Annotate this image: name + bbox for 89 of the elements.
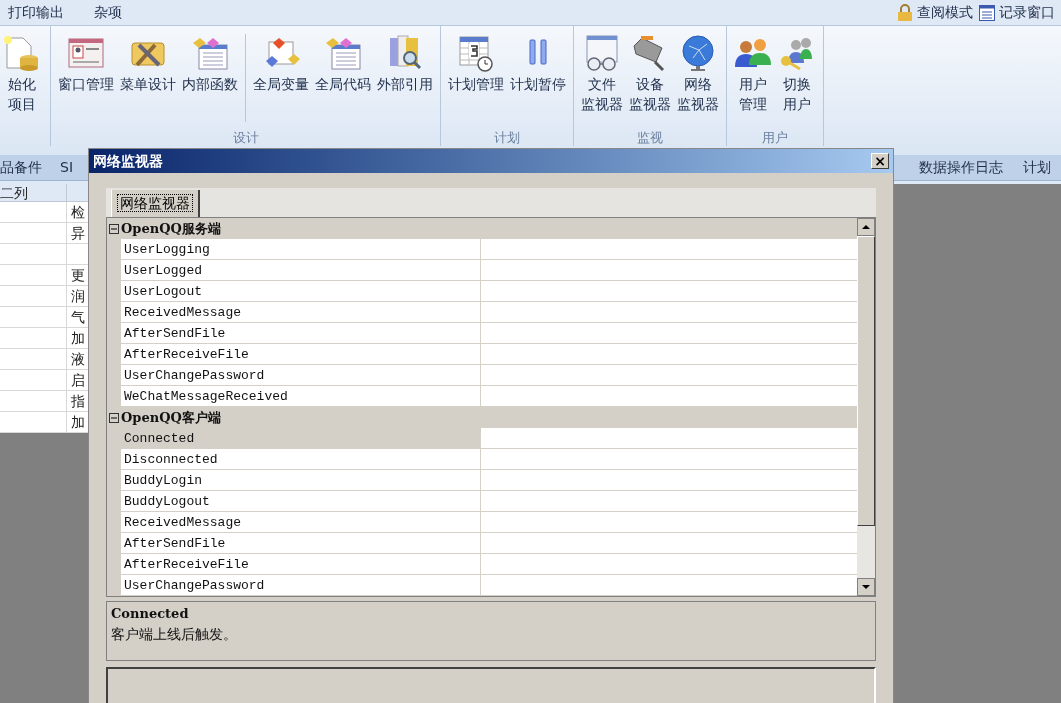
table-cell-text: 异 <box>70 224 85 243</box>
ribbon-label: 窗口管理 <box>58 75 114 94</box>
ribbon-label: 全局变量 <box>253 75 309 94</box>
ribbon-group-label: 设计 <box>231 130 260 146</box>
property-name[interactable]: UserLogout <box>121 281 481 302</box>
ribbon-label: 始化 <box>8 75 36 94</box>
table-cell-text: 启 <box>70 371 85 390</box>
ribbon-label: 文件 <box>588 75 616 94</box>
ribbon-button[interactable]: 切换 用户 <box>775 26 819 130</box>
ribbon-label: 用户 <box>783 95 811 114</box>
description-title: Connected <box>111 605 190 623</box>
list-icon <box>979 4 995 21</box>
window-title: 网络监视器 <box>93 151 163 171</box>
document-tab[interactable]: 品备件 <box>0 157 49 178</box>
category-label: OpenQQ客户端 <box>121 408 221 427</box>
close-button[interactable]: × <box>871 153 889 169</box>
property-name[interactable]: UserChangePassword <box>121 365 481 386</box>
ribbon-button[interactable]: 计划管理 <box>445 26 507 130</box>
property-name[interactable]: WeChatMessageReceived <box>121 386 481 407</box>
property-name[interactable]: ReceivedMessage <box>121 512 481 533</box>
scroll-up-icon[interactable] <box>857 218 875 236</box>
ribbon-label: 外部引用 <box>377 75 433 94</box>
quick-action[interactable]: 查阅模式 <box>897 2 973 23</box>
document-tab[interactable]: 数据操作日志 <box>909 157 1013 178</box>
ribbon-button[interactable]: 菜单设计 <box>117 26 179 130</box>
ribbon-button[interactable]: 窗口管理 <box>55 26 117 130</box>
property-name[interactable]: UserLogged <box>121 260 481 281</box>
table-cell-text: 气 <box>70 308 85 327</box>
collapse-icon[interactable] <box>109 412 119 423</box>
ribbon-label: 计划管理 <box>448 75 504 94</box>
property-name[interactable]: UserLogging <box>121 239 481 260</box>
document-tab[interactable]: SI <box>53 157 80 178</box>
ribbon-label: 切换 <box>783 75 811 94</box>
property-name[interactable]: BuddyLogin <box>121 470 481 491</box>
ribbon-label: 菜单设计 <box>120 75 176 94</box>
ribbon-button[interactable]: 始化 项目 <box>0 26 44 146</box>
quick-action[interactable]: 记录窗口 <box>979 2 1055 23</box>
table-cell-text: 检 <box>70 203 85 222</box>
ribbon-group-label: 计划 <box>493 130 521 146</box>
ribbon-group-label: 监视 <box>636 130 664 146</box>
table-cell-text: 指 <box>70 392 85 411</box>
menu-item[interactable]: 打印输出 <box>0 2 72 23</box>
ribbon-button[interactable]: 计划暂停 <box>507 26 569 130</box>
category-label: OpenQQ服务端 <box>121 219 221 238</box>
property-name[interactable]: ReceivedMessage <box>121 302 481 323</box>
ribbon-group-label: 用户 <box>761 130 789 146</box>
ribbon-label: 全局代码 <box>315 75 371 94</box>
ribbon-label: 项目 <box>8 95 36 114</box>
ribbon-button[interactable]: 内部函数 <box>179 26 241 130</box>
ribbon-button[interactable]: 设备 监视器 <box>626 26 674 130</box>
ribbon-label: 计划暂停 <box>510 75 566 94</box>
property-name[interactable]: AfterReceiveFile <box>121 554 481 575</box>
property-name[interactable]: UserChangePassword <box>121 575 481 596</box>
property-name[interactable]: AfterSendFile <box>121 533 481 554</box>
table-cell-text: 加 <box>70 413 85 432</box>
scroll-down-icon[interactable] <box>857 578 875 596</box>
description-text: 客户端上线后触发。 <box>111 624 238 644</box>
scroll-thumb[interactable] <box>857 236 875 526</box>
ribbon-button[interactable]: 用户 管理 <box>731 26 775 130</box>
table-cell-text: 加 <box>70 329 85 348</box>
table-cell-text: 润 <box>70 287 85 306</box>
table-cell-text: 液 <box>70 350 85 369</box>
property-name[interactable]: AfterSendFile <box>121 323 481 344</box>
ribbon-label: 监视器 <box>629 95 671 114</box>
table-cell-text: 更 <box>70 266 85 285</box>
ribbon-button[interactable]: 外部引用 <box>374 26 436 130</box>
ribbon-label: 网络 <box>684 75 712 94</box>
ribbon-button[interactable]: 网络 监视器 <box>674 26 722 130</box>
tab[interactable]: 网络监视器 <box>111 190 200 217</box>
lock-icon <box>897 3 913 22</box>
ribbon-label: 监视器 <box>581 95 623 114</box>
ribbon-button[interactable]: 文件 监视器 <box>578 26 626 130</box>
menu-item[interactable]: 杂项 <box>86 2 130 23</box>
document-tab[interactable]: 计划 <box>1013 157 1061 178</box>
ribbon-button[interactable]: 全局变量 <box>250 26 312 130</box>
ribbon-button[interactable]: 全局代码 <box>312 26 374 130</box>
property-name[interactable]: BuddyLogout <box>121 491 481 512</box>
ribbon-icon <box>679 32 717 74</box>
property-name[interactable]: AfterReceiveFile <box>121 344 481 365</box>
property-name[interactable]: Disconnected <box>121 449 481 470</box>
collapse-icon[interactable] <box>109 223 119 234</box>
ribbon-label: 管理 <box>739 95 767 114</box>
ribbon-icon <box>583 32 621 74</box>
scrollbar[interactable] <box>857 218 875 596</box>
ribbon-label: 内部函数 <box>182 75 238 94</box>
ribbon-label: 设备 <box>636 75 664 94</box>
ribbon-label: 监视器 <box>677 95 719 114</box>
column-header: 二列 <box>0 184 67 201</box>
ribbon-label: 用户 <box>739 75 767 94</box>
